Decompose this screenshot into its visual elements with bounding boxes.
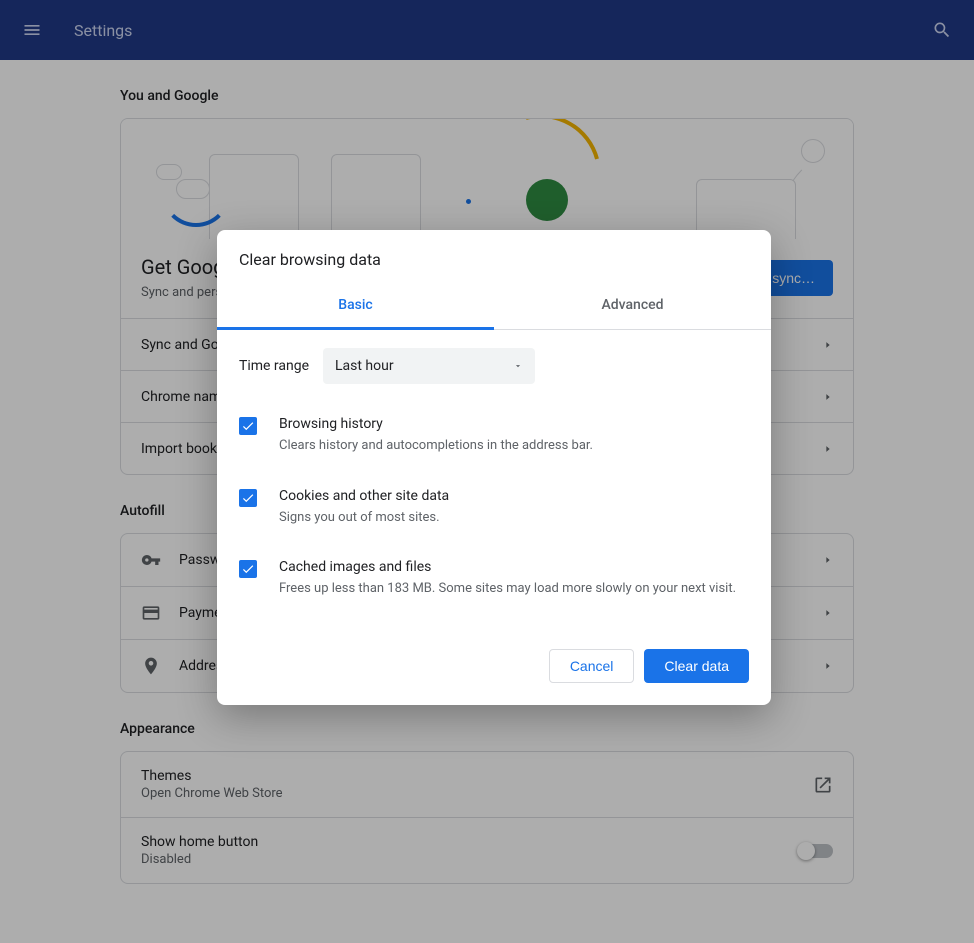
dropdown-arrow-icon	[513, 361, 523, 371]
tab-basic[interactable]: Basic	[217, 287, 494, 330]
clear-data-button[interactable]: Clear data	[644, 649, 749, 683]
tab-advanced[interactable]: Advanced	[494, 287, 771, 329]
time-range-value: Last hour	[335, 358, 394, 374]
time-range-select[interactable]: Last hour	[323, 348, 535, 384]
checkbox-browsing-history[interactable]	[239, 417, 257, 435]
check-cached-images: Cached images and files Frees up less th…	[239, 549, 749, 621]
checkbox-cookies[interactable]	[239, 489, 257, 507]
check-item-title: Browsing history	[279, 416, 593, 432]
time-range-label: Time range	[239, 358, 323, 374]
dialog-tabs: Basic Advanced	[217, 287, 771, 330]
dialog-footer: Cancel Clear data	[217, 631, 771, 705]
dialog-title: Clear browsing data	[217, 230, 771, 287]
checkbox-cached-images[interactable]	[239, 560, 257, 578]
check-item-sub: Frees up less than 183 MB. Some sites ma…	[279, 579, 736, 599]
time-range-row: Time range Last hour	[239, 348, 749, 384]
check-item-sub: Signs you out of most sites.	[279, 508, 449, 528]
check-cookies: Cookies and other site data Signs you ou…	[239, 478, 749, 550]
clear-browsing-data-dialog: Clear browsing data Basic Advanced Time …	[217, 230, 771, 705]
check-item-title: Cookies and other site data	[279, 488, 449, 504]
check-item-sub: Clears history and autocompletions in th…	[279, 436, 593, 456]
check-browsing-history: Browsing history Clears history and auto…	[239, 406, 749, 478]
cancel-button[interactable]: Cancel	[549, 649, 635, 683]
check-item-title: Cached images and files	[279, 559, 736, 575]
